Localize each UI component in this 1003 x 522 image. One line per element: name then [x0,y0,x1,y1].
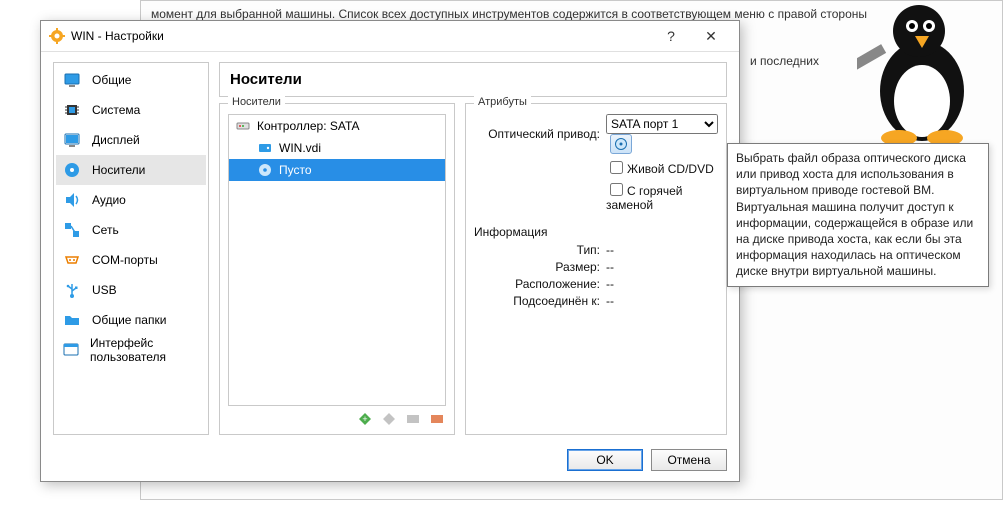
ok-button[interactable]: OK [567,449,643,471]
tree-label: Контроллер: SATA [257,119,359,133]
network-icon [62,220,82,240]
port-select[interactable]: SATA порт 1 [606,114,718,134]
sidebar-item-audio[interactable]: Аудио [56,185,206,215]
display-icon [62,130,82,150]
attrs-legend: Атрибуты [474,96,531,108]
hotswap-checkbox[interactable] [610,183,623,196]
sidebar-item-label: Сеть [92,223,119,237]
sidebar-item-shared-folders[interactable]: Общие папки [56,305,206,335]
sidebar-item-label: COM-порты [92,253,158,267]
tree-label: WIN.vdi [279,141,321,155]
tree-empty-row[interactable]: Пусто [229,159,445,181]
tooltip: Выбрать файл образа оптического диска ил… [727,143,989,287]
sidebar-item-usb[interactable]: USB [56,275,206,305]
sidebar-item-label: USB [92,283,117,297]
info-heading: Информация [474,225,718,239]
choose-disk-button[interactable] [610,134,632,154]
sidebar-item-label: Дисплей [92,133,140,147]
storage-tree[interactable]: Контроллер: SATA WIN.vdi Пусто [228,114,446,406]
speaker-icon [62,190,82,210]
controller-icon [235,118,251,134]
attributes-group: Атрибуты Оптический привод: SATA порт 1 [465,103,727,435]
dialog-footer: OK Отмена [41,441,739,481]
storage-toolbar: + [228,406,446,428]
general-icon [62,70,82,90]
live-cd-checkbox[interactable] [610,161,623,174]
page-heading: Носители [219,62,727,97]
help-button[interactable]: ? [651,28,691,44]
optical-drive-label: Оптический привод: [474,127,606,141]
sidebar-item-label: Система [92,103,140,117]
ui-icon [62,340,80,360]
remove-controller-button[interactable] [380,410,398,428]
info-type-label: Тип: [474,243,606,257]
settings-gear-icon [49,28,65,44]
sidebar-item-system[interactable]: Система [56,95,206,125]
tree-label: Пусто [279,163,312,177]
sidebar-item-display[interactable]: Дисплей [56,125,206,155]
sidebar-item-storage[interactable]: Носители [56,155,206,185]
sidebar-item-label: Носители [92,163,145,177]
info-loc-label: Расположение: [474,277,606,291]
close-button[interactable]: ✕ [691,28,731,45]
bg-fragment: и последних [750,54,819,68]
cd-icon [257,162,273,178]
sidebar-item-label: Общие [92,73,131,87]
category-sidebar: Общие Система Дисплей Носители Аудио Сет… [53,62,209,435]
info-size-label: Размер: [474,260,606,274]
dialog-title: WIN - Настройки [71,29,651,43]
disc-icon [62,160,82,180]
settings-dialog: WIN - Настройки ? ✕ Общие Система Диспле… [40,20,740,482]
remove-attachment-button[interactable] [428,410,446,428]
serial-port-icon [62,250,82,270]
storage-group: Носители Контроллер: SATA WIN.vdi Пус [219,103,455,435]
tree-vdi-row[interactable]: WIN.vdi [229,137,445,159]
penguin-mascot-icon [857,0,987,146]
info-conn-label: Подсоединён к: [474,294,606,308]
sidebar-item-serial[interactable]: COM-порты [56,245,206,275]
add-controller-button[interactable]: + [356,410,374,428]
info-loc-val: -- [606,277,718,291]
titlebar: WIN - Настройки ? ✕ [41,21,739,51]
sidebar-item-label: Общие папки [92,313,166,327]
sidebar-item-label: Аудио [92,193,126,207]
live-cd-label: Живой CD/DVD [627,162,714,176]
sidebar-item-general[interactable]: Общие [56,65,206,95]
sidebar-item-ui[interactable]: Интерфейс пользователя [56,335,206,365]
sidebar-item-label: Интерфейс пользователя [90,336,200,364]
chip-icon [62,100,82,120]
tree-controller-row[interactable]: Контроллер: SATA [229,115,445,137]
add-attachment-button[interactable] [404,410,422,428]
storage-legend: Носители [228,96,285,108]
sidebar-item-network[interactable]: Сеть [56,215,206,245]
folder-icon [62,310,82,330]
info-type-val: -- [606,243,718,257]
svg-text:+: + [362,414,367,424]
info-conn-val: -- [606,294,718,308]
cancel-button[interactable]: Отмена [651,449,727,471]
cd-dropdown-icon [614,137,628,151]
info-size-val: -- [606,260,718,274]
usb-icon [62,280,82,300]
hdd-icon [257,140,273,156]
